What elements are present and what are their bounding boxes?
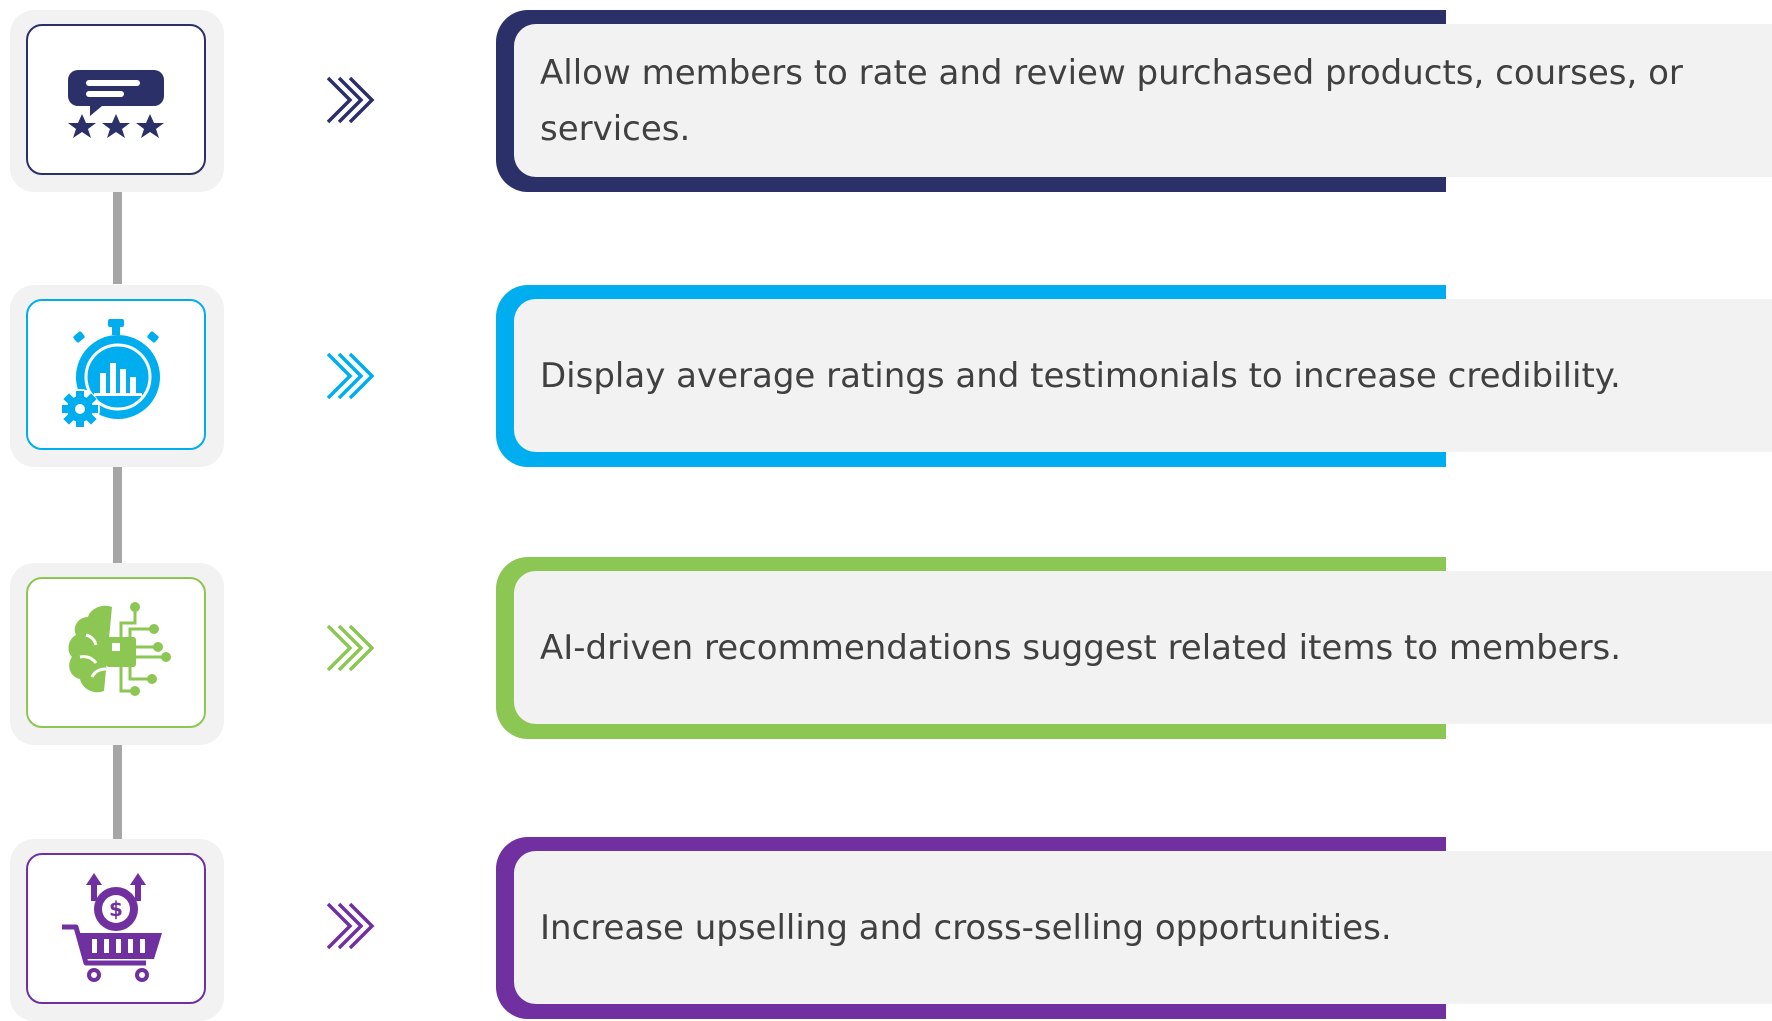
step-4-card: Increase upselling and cross-selling opp…	[514, 851, 1772, 1004]
step-3-icon-tile	[10, 563, 224, 745]
step-3-card: AI-driven recommendations suggest relate…	[514, 571, 1772, 724]
ai-brain-circuit-icon	[68, 601, 171, 696]
step-1-icon-tile	[10, 10, 224, 192]
chevron-right-icon	[326, 76, 375, 124]
shopping-cart-dollar-icon: $	[62, 872, 162, 982]
chevron-right-icon	[326, 352, 375, 400]
step-3-text: AI-driven recommendations suggest relate…	[540, 627, 1622, 668]
rating-review-icon	[68, 69, 164, 138]
connector-line-3	[113, 745, 122, 840]
step-4-icon-tile: $	[10, 839, 224, 1021]
step-2-icon-tile	[10, 285, 224, 467]
step-1-card: Allow members to rate and review purchas…	[514, 24, 1772, 177]
step-1-text: Allow members to rate and review purchas…	[540, 52, 1683, 149]
step-3-icon-frame	[26, 577, 206, 728]
step-1-icon-frame	[26, 24, 206, 175]
chevron-right-icon	[326, 624, 375, 672]
svg-text:$: $	[109, 897, 123, 921]
step-2-card: Display average ratings and testimonials…	[514, 299, 1772, 452]
step-4-text: Increase upselling and cross-selling opp…	[540, 907, 1392, 948]
connector-line-2	[113, 467, 122, 563]
step-4-icon-frame: $	[26, 853, 206, 1004]
step-2-icon-frame	[26, 299, 206, 450]
step-2-text: Display average ratings and testimonials…	[540, 355, 1621, 396]
connector-line-1	[113, 192, 122, 284]
chevron-right-icon	[326, 902, 375, 950]
stopwatch-gear-chart-icon	[60, 318, 160, 429]
